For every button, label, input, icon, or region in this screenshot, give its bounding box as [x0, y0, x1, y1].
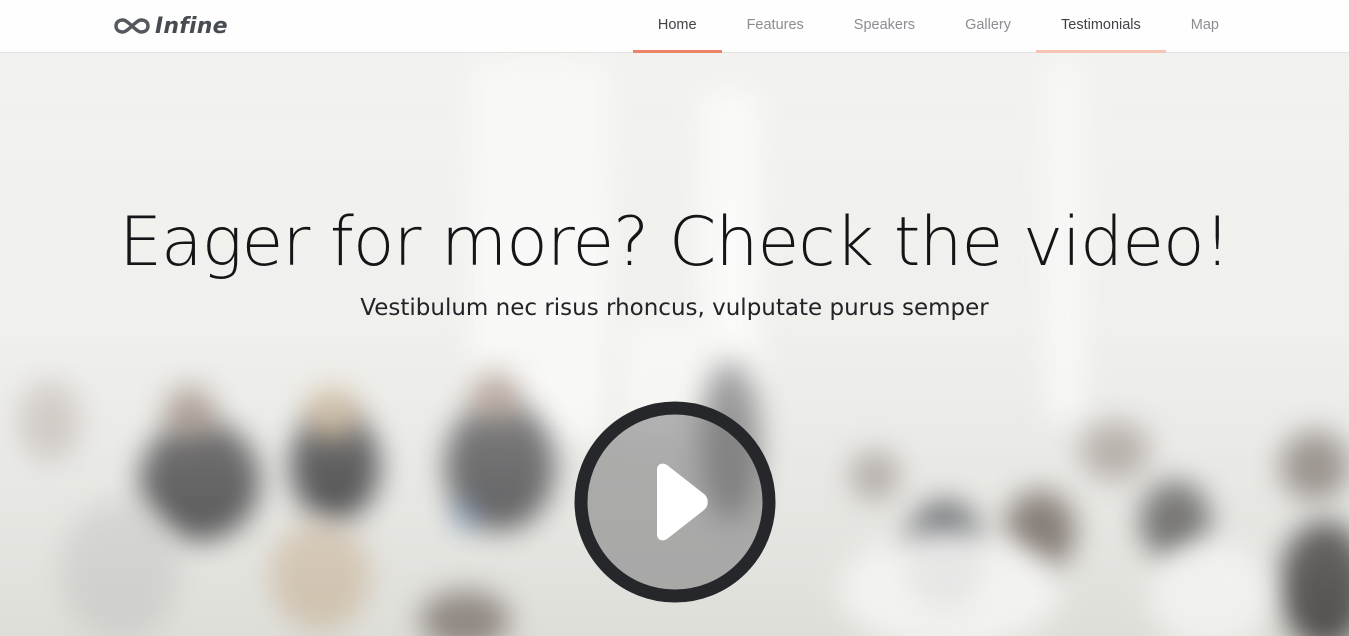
nav-item-map[interactable]: Map [1166, 0, 1244, 52]
play-icon [574, 401, 776, 603]
nav-item-label: Testimonials [1061, 17, 1141, 33]
logo-text: Infine [155, 13, 228, 39]
nav-item-features[interactable]: Features [722, 0, 829, 52]
hero-subheadline: Vestibulum nec risus rhoncus, vulputate … [360, 295, 989, 321]
active-indicator [632, 50, 722, 53]
play-video-button[interactable] [573, 400, 777, 604]
nav-item-label: Home [657, 17, 697, 33]
nav-item-label: Speakers [853, 17, 916, 33]
main-nav: Home Features Speakers Gallery Testimoni… [632, 0, 1244, 53]
hero-headline: Eager for more? Check the video! [119, 203, 1231, 282]
nav-item-label: Gallery [965, 17, 1011, 33]
nav-item-label: Features [746, 17, 804, 33]
nav-item-home[interactable]: Home [632, 0, 722, 53]
page: Infine Home Features Speakers Gallery Te… [0, 0, 1349, 636]
nav-item-speakers[interactable]: Speakers [829, 0, 940, 52]
site-header: Infine Home Features Speakers Gallery Te… [0, 0, 1349, 53]
logo[interactable]: Infine [114, 10, 228, 42]
hover-indicator [1036, 50, 1166, 53]
nav-item-gallery[interactable]: Gallery [940, 0, 1036, 52]
infinity-icon [114, 18, 150, 34]
nav-item-testimonials[interactable]: Testimonials [1036, 0, 1166, 53]
nav-item-label: Map [1190, 17, 1219, 33]
